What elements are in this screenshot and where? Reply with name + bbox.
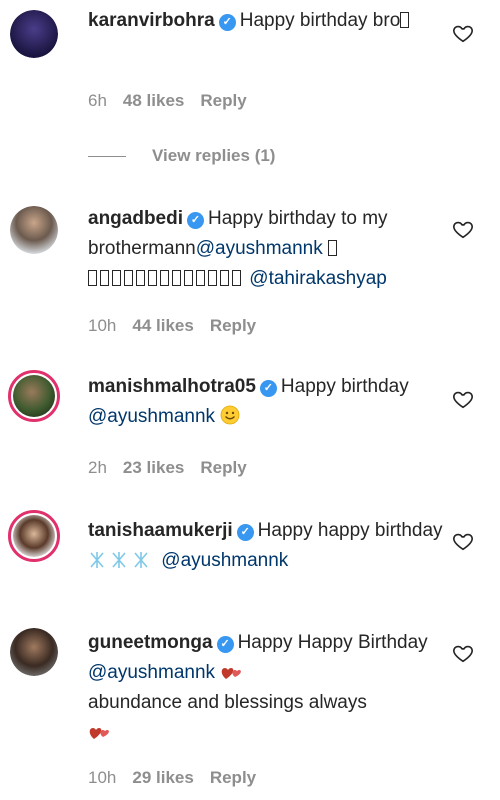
reply-button[interactable]: Reply (200, 91, 246, 110)
likes-count[interactable]: 23 likes (123, 458, 184, 477)
avatar[interactable] (8, 370, 60, 422)
comment-text-continued: abundance and blessings always (88, 692, 367, 713)
two-hearts-emoji-icon (89, 728, 109, 739)
username-link[interactable]: angadbedi (88, 208, 183, 229)
comment-meta: 6h 48 likes Reply (88, 91, 263, 111)
view-replies-button[interactable]: View replies (1) (88, 146, 275, 166)
heart-outline-icon[interactable] (452, 642, 474, 664)
mention-link[interactable]: @ayushmannk (161, 550, 288, 571)
comment-meta: 10h 29 likes Reply (88, 768, 272, 788)
likes-count[interactable]: 44 likes (132, 316, 193, 335)
mention-link[interactable]: @ayushmannk (88, 662, 215, 683)
timestamp: 10h (88, 316, 117, 335)
avatar[interactable] (10, 628, 58, 676)
emoji-icon (328, 240, 338, 256)
comment-body: karanvirbohra ✓ Happy birthday bro (88, 6, 443, 36)
comment-text: Happy Happy Birthday (237, 632, 428, 653)
username-link[interactable]: tanishaamukerji (88, 520, 233, 541)
verified-badge-icon: ✓ (218, 14, 236, 31)
emoji-row (88, 268, 244, 289)
comment-meta: 10h 44 likes Reply (88, 316, 272, 336)
avatar[interactable] (10, 206, 58, 254)
avatar[interactable] (10, 10, 58, 58)
two-hearts-emoji-icon (222, 668, 242, 679)
mention-link[interactable]: @tahirakashyap (249, 268, 387, 289)
mention-link[interactable]: @ayushmannk (88, 406, 215, 427)
heart-outline-icon[interactable] (452, 388, 474, 410)
comment-body: tanishaamukerji ✓ Happy happy birthday @ay… (88, 516, 443, 576)
verified-badge-icon: ✓ (187, 212, 205, 229)
heart-outline-icon[interactable] (452, 22, 474, 44)
likes-count[interactable]: 48 likes (123, 91, 184, 110)
verified-badge-icon: ✓ (236, 524, 254, 541)
likes-count[interactable]: 29 likes (132, 768, 193, 787)
username-link[interactable]: guneetmonga (88, 632, 213, 653)
verified-badge-icon: ✓ (216, 636, 234, 653)
username-link[interactable]: manishmalhotra05 (88, 376, 256, 397)
timestamp: 6h (88, 91, 107, 110)
avatar[interactable] (8, 510, 60, 562)
reply-button[interactable]: Reply (200, 458, 246, 477)
verified-badge-icon: ✓ (259, 380, 277, 397)
view-replies-label: View replies (1) (152, 146, 276, 165)
comment-text: Happy birthday bro (239, 10, 401, 31)
sparkles-emoji-icon (90, 552, 148, 568)
comment-body: guneetmonga ✓ Happy Happy Birthday @ayushm… (88, 628, 443, 748)
comment-body: manishmalhotra05 ✓ Happy birthday @ayushma… (88, 372, 443, 432)
reply-button[interactable]: Reply (210, 768, 256, 787)
mention-link[interactable]: @ayushmannk (196, 238, 323, 259)
heart-outline-icon[interactable] (452, 218, 474, 240)
smiley-emoji-icon (220, 405, 240, 425)
comment-body: angadbedi ✓ Happy birthday to my brotherma… (88, 204, 443, 294)
timestamp: 2h (88, 458, 107, 477)
comment-meta: 2h 23 likes Reply (88, 458, 263, 478)
username-link[interactable]: karanvirbohra (88, 10, 215, 31)
timestamp: 10h (88, 768, 117, 787)
divider (88, 156, 126, 158)
comment-text: Happy happy birthday (257, 520, 443, 541)
emoji-icon (400, 12, 410, 28)
heart-outline-icon[interactable] (452, 530, 474, 552)
reply-button[interactable]: Reply (210, 316, 256, 335)
comment-text: Happy birthday (280, 376, 409, 397)
